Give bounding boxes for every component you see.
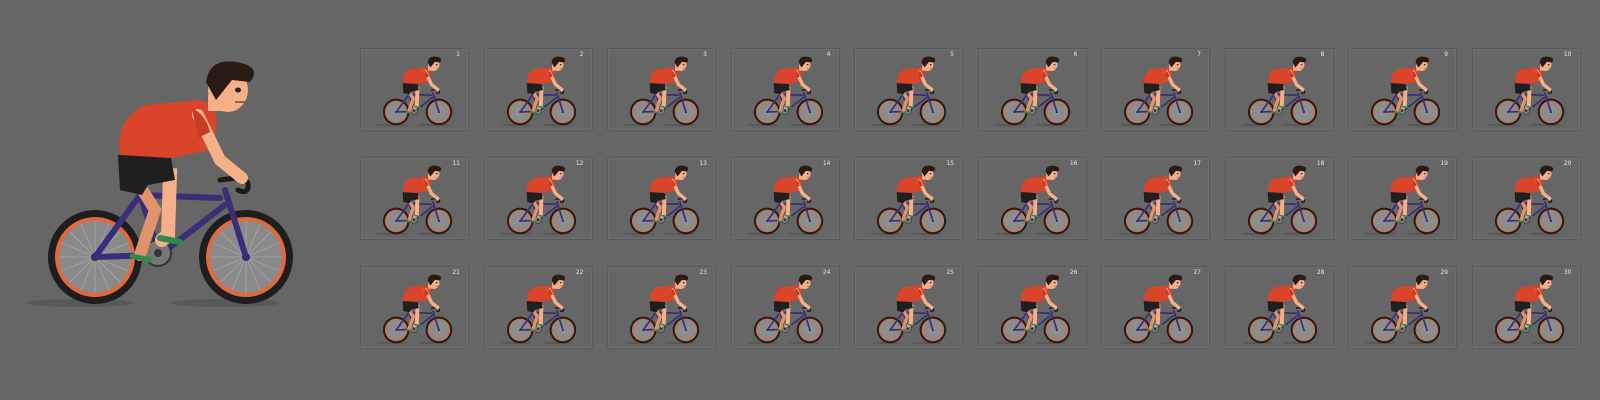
sprite-frame: 4 xyxy=(730,48,840,131)
frame-number: 2 xyxy=(579,51,584,58)
cyclist-frame-icon xyxy=(745,55,825,129)
cyclist-frame-icon xyxy=(1486,273,1566,347)
cyclist-frame-icon xyxy=(498,164,578,238)
sprite-frame: 1 xyxy=(360,48,469,131)
cyclist-frame-icon xyxy=(1486,55,1566,129)
sprite-frame: 25 xyxy=(854,266,963,349)
cyclist-frame-icon xyxy=(1363,55,1443,129)
frame-number: 1 xyxy=(456,51,460,58)
cyclist-frame-icon xyxy=(1486,164,1566,238)
sprite-frame: 9 xyxy=(1348,48,1457,131)
sprite-frame: 15 xyxy=(854,157,963,240)
sprite-frame: 14 xyxy=(730,157,840,240)
cyclist-frame-icon xyxy=(622,273,702,347)
sprite-frame: 23 xyxy=(607,266,716,349)
sprite-frame: 7 xyxy=(1101,48,1210,131)
frame-number: 13 xyxy=(699,160,707,167)
sprite-frame: 27 xyxy=(1101,266,1210,349)
cyclist-frame-icon xyxy=(375,273,455,347)
frame-number: 6 xyxy=(1073,51,1078,58)
frame-number: 4 xyxy=(826,51,831,58)
cyclist-frame-icon xyxy=(745,273,825,347)
cyclist-frame-icon xyxy=(1116,273,1196,347)
sprite-frame: 29 xyxy=(1348,266,1457,349)
sprite-frame: 26 xyxy=(977,266,1087,349)
frame-number: 19 xyxy=(1440,160,1448,167)
sprite-frame: 12 xyxy=(483,157,593,240)
frame-number: 8 xyxy=(1320,51,1325,58)
sprite-frame: 16 xyxy=(977,157,1087,240)
cyclist-frame-icon xyxy=(992,164,1072,238)
cyclist-frame-icon xyxy=(869,273,949,347)
frame-number: 27 xyxy=(1193,269,1201,276)
cyclist-frame-icon xyxy=(375,55,455,129)
sprite-frame: 6 xyxy=(977,48,1087,131)
sprite-frame: 24 xyxy=(730,266,840,349)
frame-number: 16 xyxy=(1069,160,1078,167)
sprite-frame: 28 xyxy=(1224,266,1334,349)
frame-number: 20 xyxy=(1563,160,1572,167)
sprite-frame: 20 xyxy=(1471,157,1581,240)
sprite-frame: 10 xyxy=(1471,48,1581,131)
cyclist-frame-icon xyxy=(1116,55,1196,129)
cyclist-frame-icon xyxy=(622,55,702,129)
frame-number: 7 xyxy=(1197,51,1201,58)
cyclist-frame-icon xyxy=(375,164,455,238)
sprite-frame: 18 xyxy=(1224,157,1334,240)
cyclist-frame-icon xyxy=(1363,273,1443,347)
cyclist-frame-icon xyxy=(745,164,825,238)
frame-number: 24 xyxy=(822,269,831,276)
cyclist-frame-icon xyxy=(1239,273,1319,347)
frame-number: 5 xyxy=(950,51,954,58)
frame-number: 23 xyxy=(699,269,707,276)
cyclist-frame-icon xyxy=(1239,164,1319,238)
frame-number: 26 xyxy=(1069,269,1078,276)
sprite-frame: 13 xyxy=(607,157,716,240)
cyclist-frame-icon xyxy=(992,273,1072,347)
cyclist-frame-icon xyxy=(498,273,578,347)
cyclist-illustration-large xyxy=(20,60,310,320)
frame-number: 11 xyxy=(452,160,460,167)
cyclist-frame-icon xyxy=(622,164,702,238)
sprite-frame-grid: 1 2 3 4 5 6 7 8 9 10 11 12 13 14 15 16 17 18 19 20 21 22 23 24 2… xyxy=(360,48,1581,349)
sprite-frame: 11 xyxy=(360,157,469,240)
frame-number: 18 xyxy=(1316,160,1325,167)
frame-number: 22 xyxy=(575,269,584,276)
frame-number: 14 xyxy=(822,160,831,167)
sprite-frame: 3 xyxy=(607,48,716,131)
cyclist-frame-icon xyxy=(498,55,578,129)
sprite-frame: 22 xyxy=(483,266,593,349)
sprite-frame: 8 xyxy=(1224,48,1334,131)
frame-number: 21 xyxy=(452,269,460,276)
cyclist-frame-icon xyxy=(1239,55,1319,129)
frame-number: 12 xyxy=(575,160,584,167)
frame-number: 25 xyxy=(946,269,954,276)
frame-number: 29 xyxy=(1440,269,1448,276)
cyclist-frame-icon xyxy=(1116,164,1196,238)
cyclist-frame-icon xyxy=(869,164,949,238)
frame-number: 10 xyxy=(1563,51,1572,58)
sprite-frame: 30 xyxy=(1471,266,1581,349)
sprite-frame: 21 xyxy=(360,266,469,349)
frame-number: 9 xyxy=(1444,51,1448,58)
cyclist-frame-icon xyxy=(869,55,949,129)
frame-number: 17 xyxy=(1193,160,1201,167)
sprite-frame: 5 xyxy=(854,48,963,131)
frame-number: 30 xyxy=(1563,269,1572,276)
sprite-frame: 2 xyxy=(483,48,593,131)
cyclist-frame-icon xyxy=(1363,164,1443,238)
frame-number: 15 xyxy=(946,160,954,167)
frame-number: 28 xyxy=(1316,269,1325,276)
cyclist-frame-icon xyxy=(992,55,1072,129)
sprite-frame: 19 xyxy=(1348,157,1457,240)
frame-number: 3 xyxy=(703,51,707,58)
sprite-frame: 17 xyxy=(1101,157,1210,240)
